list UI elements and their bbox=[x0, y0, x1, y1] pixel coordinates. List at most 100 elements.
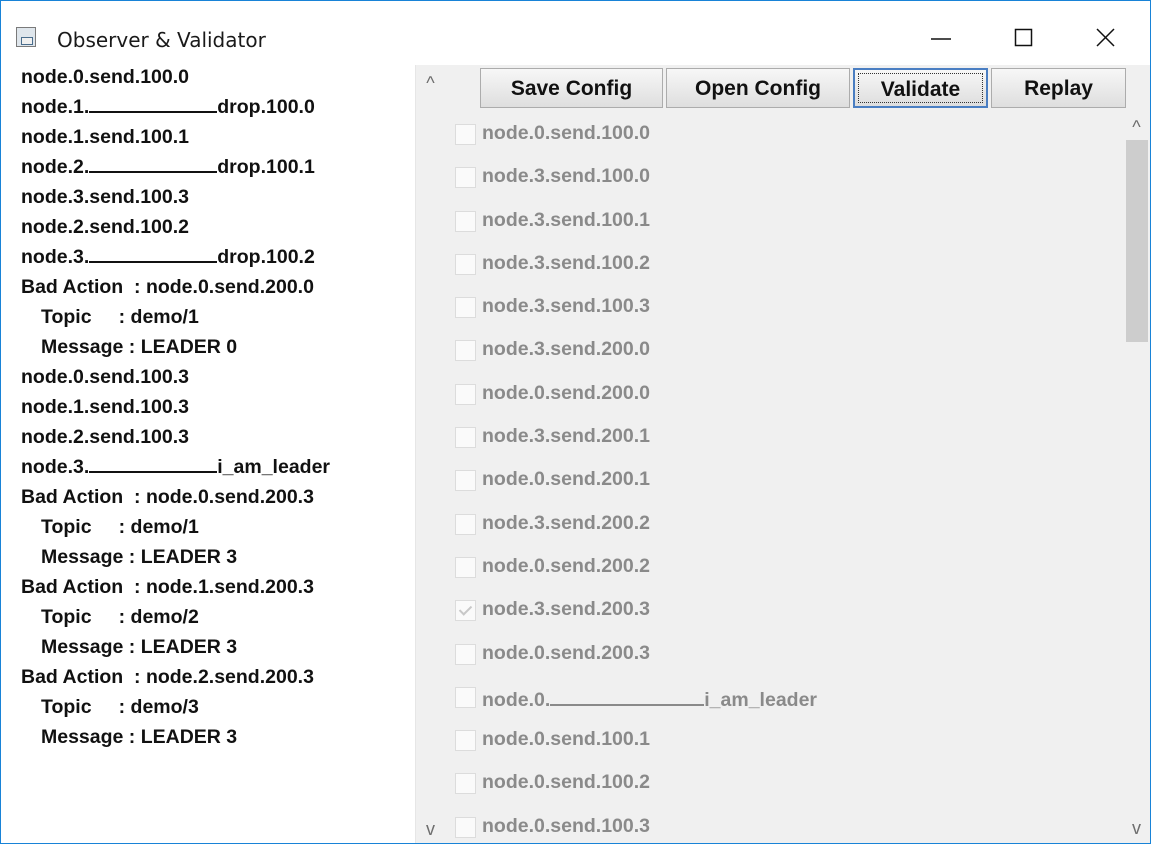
checklist-item[interactable]: node.0.send.200.0 bbox=[455, 373, 1115, 416]
close-button[interactable] bbox=[1086, 18, 1126, 58]
checklist-item[interactable]: node.0.send.100.3 bbox=[455, 806, 1115, 843]
checklist-item[interactable]: node.0.send.100.0 bbox=[455, 113, 1115, 156]
checkbox-label: node.3.send.200.1 bbox=[482, 425, 650, 448]
log-line: node.1.send.100.1 bbox=[21, 126, 189, 148]
maximize-button[interactable] bbox=[1004, 18, 1044, 58]
log-line: Topic : demo/1 bbox=[41, 516, 199, 538]
checkbox[interactable] bbox=[455, 816, 476, 838]
minimize-button[interactable] bbox=[922, 18, 962, 58]
checkbox-label: node.0.send.200.1 bbox=[482, 468, 650, 491]
checklist-item[interactable]: node.3.send.200.3 bbox=[455, 589, 1115, 632]
log-line: Bad Action : node.0.send.200.3 bbox=[21, 486, 314, 508]
log-line-prefix: node.1. bbox=[21, 96, 90, 118]
log-line: Topic : demo/3 bbox=[41, 696, 199, 718]
checkbox-label: node.0.send.200.0 bbox=[482, 381, 650, 404]
checkbox-label: node.0.send.100.2 bbox=[482, 771, 650, 794]
underscore-gap bbox=[89, 152, 218, 173]
checkbox-label: node.3.send.100.2 bbox=[482, 251, 650, 274]
log-line: node.2. drop.100.1 bbox=[21, 152, 416, 182]
checklist-scrollbar[interactable]: ^ v bbox=[1124, 113, 1150, 843]
checkbox-label: node.3.send.100.3 bbox=[482, 295, 650, 318]
checkbox[interactable] bbox=[455, 773, 476, 795]
checkbox-label: node.3.send.200.0 bbox=[482, 338, 650, 361]
checkbox[interactable] bbox=[455, 383, 476, 405]
underscore-gap bbox=[550, 685, 705, 706]
checkbox[interactable] bbox=[455, 124, 476, 145]
checklist-item[interactable]: node.3.send.200.1 bbox=[455, 416, 1115, 459]
log-line-prefix: node.3. bbox=[21, 456, 90, 478]
checkbox-label: node.0.send.100.1 bbox=[482, 728, 650, 751]
checkbox-label: node.0.send.100.3 bbox=[482, 814, 650, 837]
log-line-suffix: drop.100.2 bbox=[217, 246, 315, 268]
checklist-item[interactable]: node.3.send.100.3 bbox=[455, 286, 1115, 329]
minimize-icon bbox=[931, 38, 951, 40]
checkbox-label: node.0.send.100.0 bbox=[482, 122, 650, 144]
checkbox-label-suffix: i_am_leader bbox=[704, 688, 818, 711]
log-line: Bad Action : node.1.send.200.3 bbox=[21, 576, 314, 598]
checkbox[interactable] bbox=[455, 340, 476, 362]
checkbox[interactable] bbox=[455, 600, 476, 622]
log-line: Topic : demo/1 bbox=[41, 306, 199, 328]
toolbar: Save Config Open Config Validate Replay bbox=[439, 65, 1150, 113]
log-line: node.0.send.100.0 bbox=[21, 66, 189, 88]
log-line: Bad Action : node.2.send.200.3 bbox=[21, 666, 314, 688]
checkbox[interactable] bbox=[455, 253, 476, 275]
log-line: node.2.send.100.2 bbox=[21, 216, 189, 238]
scroll-up-arrow-icon[interactable]: ^ bbox=[1122, 113, 1150, 141]
checklist-item[interactable]: node.0. i_am_leader bbox=[455, 676, 1115, 719]
checkbox[interactable] bbox=[455, 686, 476, 708]
underscore-gap bbox=[89, 452, 218, 473]
log-line-prefix: node.3. bbox=[21, 246, 90, 268]
checklist-item[interactable]: node.3.send.100.2 bbox=[455, 243, 1115, 286]
validate-button[interactable]: Validate bbox=[853, 68, 988, 108]
log-line: node.1. drop.100.0 bbox=[21, 92, 416, 122]
log-line: Message : LEADER 3 bbox=[41, 636, 238, 658]
log-line: node.1.send.100.3 bbox=[21, 396, 189, 418]
checkbox[interactable] bbox=[455, 513, 476, 535]
event-log-list: node.0.send.100.0 node.1. drop.100.0 node.1… bbox=[21, 62, 416, 752]
log-line-suffix: drop.100.1 bbox=[217, 156, 315, 178]
log-line: Bad Action : node.0.send.200.0 bbox=[21, 276, 314, 298]
checklist-item[interactable]: node.3.send.200.2 bbox=[455, 503, 1115, 546]
event-log-panel[interactable]: node.0.send.100.0 node.1. drop.100.0 node.1… bbox=[8, 62, 445, 843]
log-line: node.3.send.100.3 bbox=[21, 186, 189, 208]
save-config-button[interactable]: Save Config bbox=[480, 68, 663, 108]
checkbox[interactable] bbox=[455, 470, 476, 492]
checkbox[interactable] bbox=[455, 643, 476, 665]
open-config-button[interactable]: Open Config bbox=[666, 68, 850, 108]
action-checklist: node.0.send.100.0 node.3.send.100.0 node.3… bbox=[455, 113, 1115, 843]
title-bar[interactable]: Observer & Validator bbox=[1, 1, 1150, 65]
checkbox[interactable] bbox=[455, 427, 476, 449]
log-line-prefix: node.2. bbox=[21, 156, 90, 178]
replay-button[interactable]: Replay bbox=[991, 68, 1126, 108]
log-line: Message : LEADER 0 bbox=[41, 336, 238, 358]
scroll-thumb[interactable] bbox=[1126, 140, 1148, 342]
validator-panel: Save Config Open Config Validate Replay … bbox=[439, 65, 1150, 843]
close-icon bbox=[1096, 28, 1115, 47]
checkbox[interactable] bbox=[455, 730, 476, 752]
window-title: Observer & Validator bbox=[57, 28, 266, 52]
checkbox-label: node.3.send.100.0 bbox=[482, 165, 650, 188]
scroll-down-arrow-icon[interactable]: v bbox=[1122, 814, 1150, 842]
checklist-item[interactable]: node.3.send.100.1 bbox=[455, 200, 1115, 243]
checkbox[interactable] bbox=[455, 167, 476, 189]
checkbox[interactable] bbox=[455, 297, 476, 319]
underscore-gap bbox=[89, 242, 218, 263]
checkbox[interactable] bbox=[455, 210, 476, 232]
checklist-item[interactable]: node.0.send.200.2 bbox=[455, 546, 1115, 589]
checkbox-label: node.3.send.200.2 bbox=[482, 511, 650, 534]
log-line-suffix: drop.100.0 bbox=[217, 96, 315, 118]
checklist-item[interactable]: node.3.send.100.0 bbox=[455, 156, 1115, 199]
checklist-item[interactable]: node.3.send.200.0 bbox=[455, 329, 1115, 372]
log-line: node.3. i_am_leader bbox=[21, 452, 416, 482]
underscore-gap bbox=[89, 92, 218, 113]
log-line: node.0.send.100.3 bbox=[21, 366, 189, 388]
checkbox-label: node.3.send.100.1 bbox=[482, 208, 650, 231]
log-line: Topic : demo/2 bbox=[41, 606, 199, 628]
checklist-item[interactable]: node.0.send.100.2 bbox=[455, 762, 1115, 805]
checklist-item[interactable]: node.0.send.100.1 bbox=[455, 719, 1115, 762]
checkbox[interactable] bbox=[455, 556, 476, 578]
checkbox-label: node.0. i_am_leader bbox=[482, 685, 817, 712]
checklist-item[interactable]: node.0.send.200.1 bbox=[455, 459, 1115, 502]
checklist-item[interactable]: node.0.send.200.3 bbox=[455, 633, 1115, 676]
